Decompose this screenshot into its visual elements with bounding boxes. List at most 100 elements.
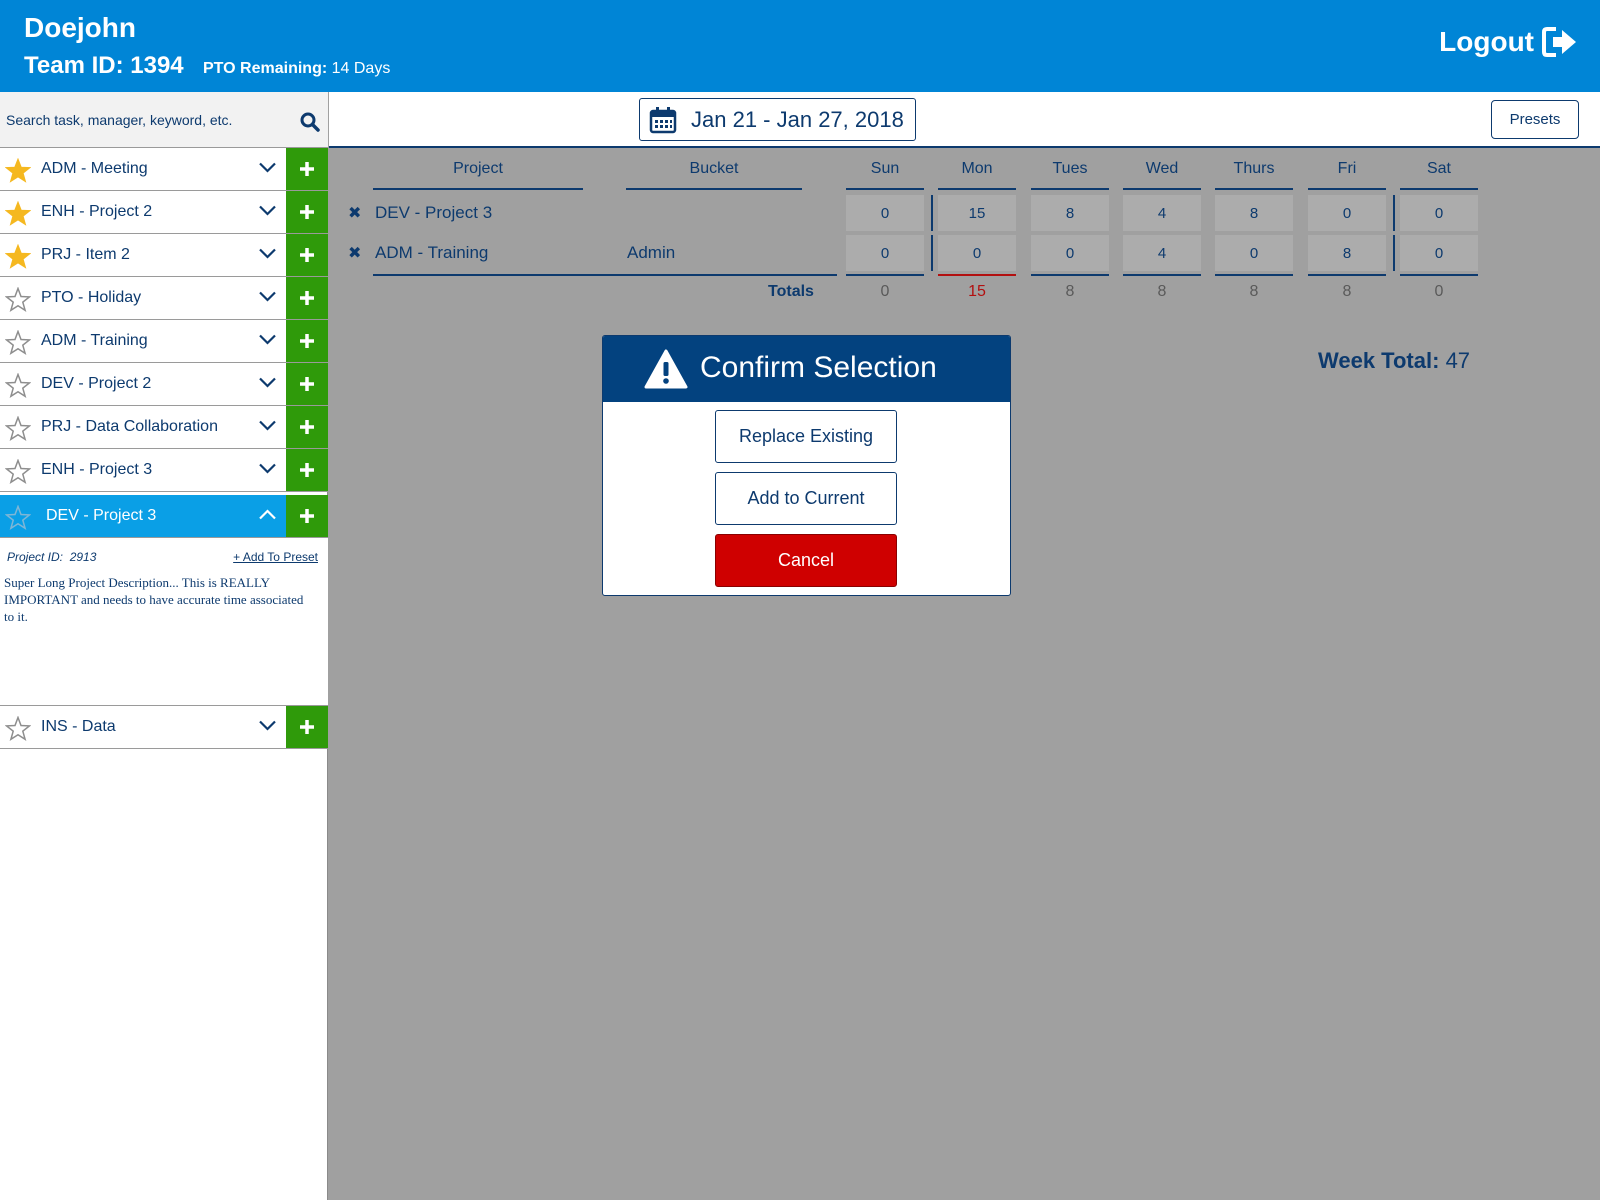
- hours-input-mon[interactable]: [938, 195, 1016, 231]
- total-thurs: 8: [1249, 283, 1259, 300]
- user-name: Doejohn: [24, 12, 136, 43]
- chevron-down-icon[interactable]: [259, 463, 276, 474]
- hours-input-sun[interactable]: [846, 195, 924, 231]
- chevron-down-icon[interactable]: [259, 720, 276, 731]
- task-item-adm-meeting[interactable]: ADM - Meeting: [0, 148, 328, 191]
- hours-input-mon[interactable]: [938, 235, 1016, 271]
- task-item-prj-item-2[interactable]: PRJ - Item 2: [0, 234, 328, 277]
- star-outline-icon[interactable]: [5, 716, 31, 741]
- star-filled-icon[interactable]: [5, 201, 31, 226]
- confirm-selection-dialog: Confirm Selection Replace Existing Add t…: [602, 335, 1011, 596]
- calendar-icon: [649, 106, 677, 133]
- add-task-button[interactable]: [286, 406, 328, 448]
- header-underline: [938, 188, 1016, 190]
- chevron-up-icon[interactable]: [259, 509, 276, 520]
- cell-underline: [1308, 274, 1386, 276]
- header-underline: [373, 188, 583, 190]
- chevron-down-icon[interactable]: [259, 377, 276, 388]
- week-total-label: Week Total:: [1318, 348, 1440, 373]
- search-icon[interactable]: [300, 112, 320, 132]
- chevron-down-icon[interactable]: [259, 420, 276, 431]
- replace-existing-button[interactable]: Replace Existing: [715, 410, 897, 463]
- star-outline-icon[interactable]: [5, 459, 31, 484]
- plus-icon: [300, 334, 314, 348]
- date-range-picker[interactable]: Jan 21 - Jan 27, 2018: [639, 98, 916, 141]
- row-project: DEV - Project 3: [375, 203, 493, 222]
- hours-input-sat[interactable]: [1400, 235, 1478, 271]
- task-label: INS - Data: [41, 718, 116, 735]
- add-to-preset-link[interactable]: + Add To Preset: [233, 550, 318, 564]
- plus-icon: [300, 509, 314, 523]
- task-item-enh-project-2[interactable]: ENH - Project 2: [0, 191, 328, 234]
- star-filled-icon[interactable]: [5, 158, 31, 183]
- chevron-down-icon[interactable]: [259, 334, 276, 345]
- column-header-wed: Wed: [1145, 160, 1179, 177]
- hours-input-thurs[interactable]: [1215, 195, 1293, 231]
- hours-input-wed[interactable]: [1123, 235, 1201, 271]
- task-item-pto-holiday[interactable]: PTO - Holiday: [0, 277, 328, 320]
- remove-row-icon[interactable]: ✖: [348, 203, 361, 223]
- cell-underline: [1400, 274, 1478, 276]
- star-outline-icon[interactable]: [5, 505, 31, 530]
- remove-row-icon[interactable]: ✖: [348, 243, 361, 263]
- add-task-button[interactable]: [286, 449, 328, 491]
- chevron-down-icon[interactable]: [259, 205, 276, 216]
- star-filled-icon[interactable]: [5, 244, 31, 269]
- hours-input-wed[interactable]: [1123, 195, 1201, 231]
- chevron-down-icon[interactable]: [259, 162, 276, 173]
- hours-input-tues[interactable]: [1031, 195, 1109, 231]
- logout-button[interactable]: Logout: [1439, 26, 1578, 58]
- add-task-button[interactable]: [286, 706, 328, 748]
- add-task-button[interactable]: [286, 234, 328, 276]
- chevron-down-icon[interactable]: [259, 248, 276, 259]
- star-outline-icon[interactable]: [5, 373, 31, 398]
- hours-input-sun[interactable]: [846, 235, 924, 271]
- cell-underline: [1215, 274, 1293, 276]
- project-id: Project ID: 2913: [7, 550, 96, 564]
- plus-icon: [300, 162, 314, 176]
- pto-label: PTO Remaining:: [203, 60, 328, 77]
- row-bucket: Admin: [627, 243, 676, 262]
- hours-input-fri[interactable]: [1308, 235, 1386, 271]
- add-task-button[interactable]: [286, 363, 328, 405]
- hours-input-fri[interactable]: [1308, 195, 1386, 231]
- search-input[interactable]: [0, 92, 290, 148]
- add-task-button[interactable]: [286, 320, 328, 362]
- plus-icon: [300, 248, 314, 262]
- add-task-button[interactable]: [286, 277, 328, 319]
- task-item-ins-data[interactable]: INS - Data: [0, 706, 328, 749]
- star-outline-icon[interactable]: [5, 416, 31, 441]
- cancel-button[interactable]: Cancel: [715, 534, 897, 587]
- plus-icon: [300, 463, 314, 477]
- task-label: ADM - Training: [41, 332, 148, 349]
- add-to-current-button[interactable]: Add to Current: [715, 472, 897, 525]
- column-header-thurs: Thurs: [1233, 160, 1275, 177]
- task-item-dev-project-3[interactable]: DEV - Project 3: [0, 495, 328, 538]
- star-outline-icon[interactable]: [5, 330, 31, 355]
- add-task-button[interactable]: [286, 148, 328, 190]
- hours-input-thurs[interactable]: [1215, 235, 1293, 271]
- task-item-prj-data-collaboration[interactable]: PRJ - Data Collaboration: [0, 406, 328, 449]
- total-mon: 15: [968, 283, 986, 300]
- header-underline: [626, 188, 802, 190]
- task-label: PRJ - Item 2: [41, 246, 130, 263]
- star-outline-icon[interactable]: [5, 287, 31, 312]
- presets-button[interactable]: Presets: [1491, 100, 1579, 139]
- hours-input-sat[interactable]: [1400, 195, 1478, 231]
- chevron-down-icon[interactable]: [259, 291, 276, 302]
- cell-underline: [1031, 274, 1109, 276]
- task-sidebar: ADM - Meeting ENH - Project 2 PRJ - Item…: [0, 92, 328, 1200]
- plus-icon: [300, 205, 314, 219]
- add-task-button[interactable]: [286, 495, 328, 537]
- task-label: ADM - Meeting: [41, 160, 148, 177]
- plus-icon: [300, 377, 314, 391]
- plus-icon: [300, 420, 314, 434]
- hours-input-tues[interactable]: [1031, 235, 1109, 271]
- cell-underline: [1123, 274, 1201, 276]
- task-item-enh-project-3[interactable]: ENH - Project 3: [0, 449, 328, 492]
- task-item-dev-project-2[interactable]: DEV - Project 2: [0, 363, 328, 406]
- task-item-adm-training[interactable]: ADM - Training: [0, 320, 328, 363]
- add-task-button[interactable]: [286, 191, 328, 233]
- app-header: Doejohn Team ID: 1394 PTO Remaining: 14 …: [0, 0, 1600, 92]
- column-header-mon: Mon: [961, 160, 993, 177]
